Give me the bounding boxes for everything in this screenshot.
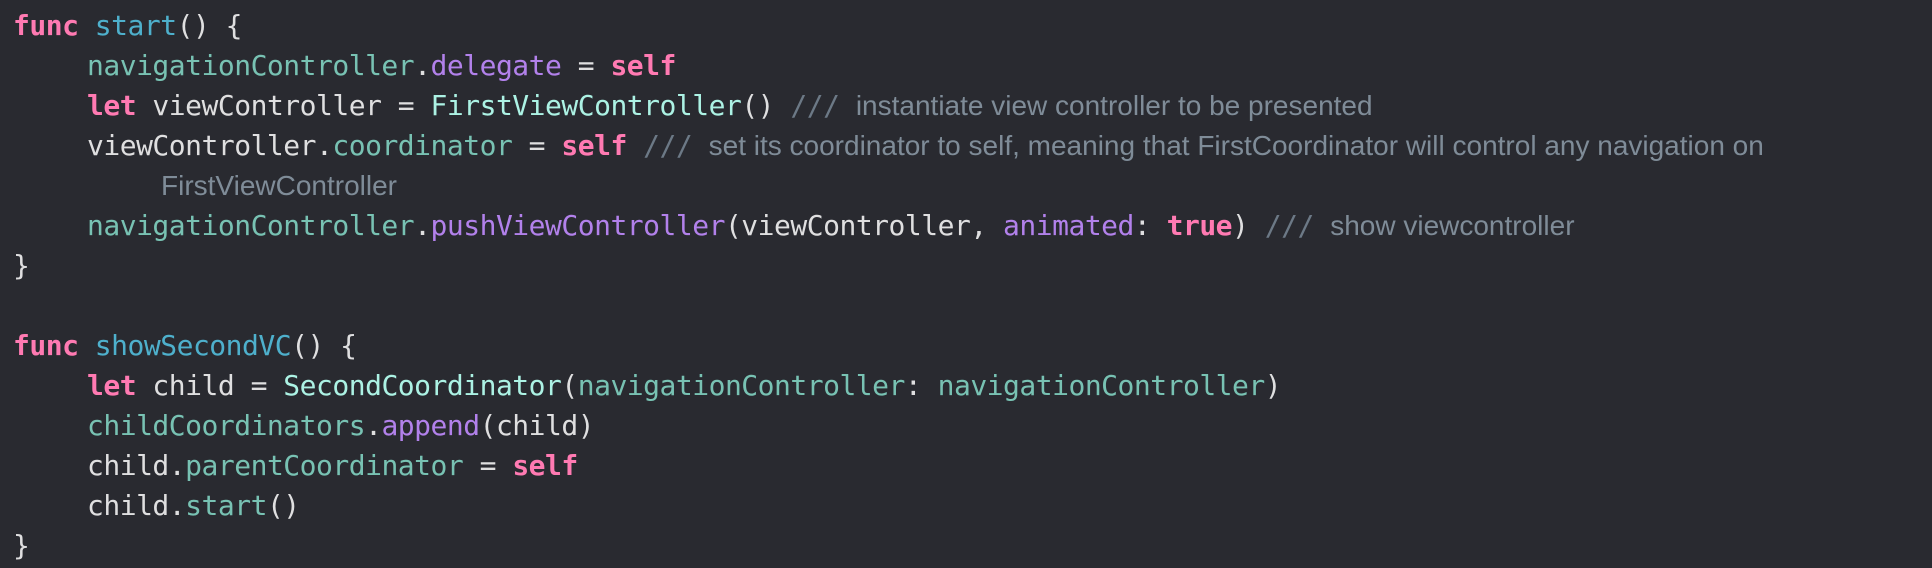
- type-name: SecondCoordinator: [283, 369, 562, 402]
- operator: =: [561, 49, 611, 82]
- keyword-self: self: [561, 129, 627, 162]
- punctuation: ): [1264, 369, 1282, 402]
- type-name: FirstViewController: [430, 89, 742, 122]
- argument-value: navigationController: [937, 369, 1266, 402]
- operator: =: [463, 449, 513, 482]
- code-line-coordinator: viewController.coordinator = self /// se…: [13, 126, 1932, 166]
- punctuation: (child): [479, 409, 595, 442]
- punctuation: (): [266, 489, 300, 522]
- doc-comment-marker: ///: [626, 129, 709, 162]
- code-editor[interactable]: func start() { navigationController.dele…: [0, 0, 1932, 568]
- variable-decl: viewController =: [136, 89, 431, 122]
- punctuation: .: [168, 449, 186, 482]
- identifier: viewController: [87, 129, 317, 162]
- punctuation: () {: [176, 9, 243, 42]
- keyword-true: true: [1166, 209, 1233, 242]
- punctuation: :: [904, 369, 938, 402]
- punctuation: ): [1232, 209, 1249, 242]
- punctuation: .: [365, 409, 382, 442]
- identifier: navigationController: [87, 49, 415, 82]
- identifier: childCoordinators: [87, 409, 366, 442]
- argument-label: animated: [1003, 209, 1134, 242]
- code-line-func-showsecondvc: func showSecondVC() {: [13, 326, 1932, 366]
- operator: =: [512, 129, 562, 162]
- punctuation: .: [414, 209, 431, 242]
- keyword-func: func: [13, 9, 79, 42]
- code-line-child-start: child.start(): [13, 486, 1932, 526]
- variable-decl: child =: [136, 369, 284, 402]
- keyword-self: self: [610, 49, 676, 82]
- doc-comment-marker: ///: [774, 89, 856, 122]
- method-name: append: [381, 409, 480, 442]
- code-line-close-brace: }: [13, 246, 1932, 286]
- method-name: start: [185, 489, 267, 522]
- doc-comment-text: instantiate view controller to be presen…: [855, 90, 1373, 121]
- method-name: pushViewController: [430, 209, 726, 242]
- code-line-comment-continuation: FirstViewController: [13, 166, 1932, 206]
- punctuation: .: [414, 49, 431, 82]
- function-name-start: start: [94, 9, 177, 42]
- identifier: child: [87, 489, 169, 522]
- doc-comment-text: set its coordinator to self, meaning tha…: [708, 130, 1764, 161]
- identifier: child: [87, 449, 169, 482]
- code-line-append: childCoordinators.append(child): [13, 406, 1932, 446]
- keyword-func: func: [13, 329, 79, 362]
- function-name-showsecondvc: showSecondVC: [94, 329, 292, 362]
- punctuation: }: [13, 249, 30, 282]
- keyword-let: let: [87, 89, 137, 122]
- doc-comment-marker: ///: [1248, 209, 1331, 242]
- punctuation: :: [1133, 209, 1167, 242]
- doc-comment-text: FirstViewController: [161, 170, 397, 201]
- keyword-let: let: [87, 369, 137, 402]
- property-name: parentCoordinator: [185, 449, 464, 482]
- doc-comment-text: show viewcontroller: [1330, 210, 1575, 241]
- code-line-delegate: navigationController.delegate = self: [13, 46, 1932, 86]
- punctuation: }: [13, 529, 30, 562]
- code-line-let-child: let child = SecondCoordinator(navigation…: [13, 366, 1932, 406]
- keyword-self: self: [512, 449, 578, 482]
- argument-label: navigationController: [577, 369, 906, 402]
- punctuation: (: [561, 369, 578, 402]
- property-name: coordinator: [332, 129, 513, 162]
- code-line-close-brace: }: [13, 526, 1932, 566]
- code-line-push: navigationController.pushViewController(…: [13, 206, 1932, 246]
- code-line-func-start: func start() {: [13, 6, 1932, 46]
- punctuation: (): [741, 89, 775, 122]
- identifier: navigationController: [87, 209, 415, 242]
- code-line-parent-coordinator: child.parentCoordinator = self: [13, 446, 1932, 486]
- code-line-let-viewcontroller: let viewController = FirstViewController…: [13, 86, 1932, 126]
- punctuation: () {: [291, 329, 357, 362]
- punctuation: .: [168, 489, 186, 522]
- punctuation: (viewController,: [724, 209, 1004, 242]
- punctuation: .: [316, 129, 333, 162]
- property-name: delegate: [430, 49, 562, 82]
